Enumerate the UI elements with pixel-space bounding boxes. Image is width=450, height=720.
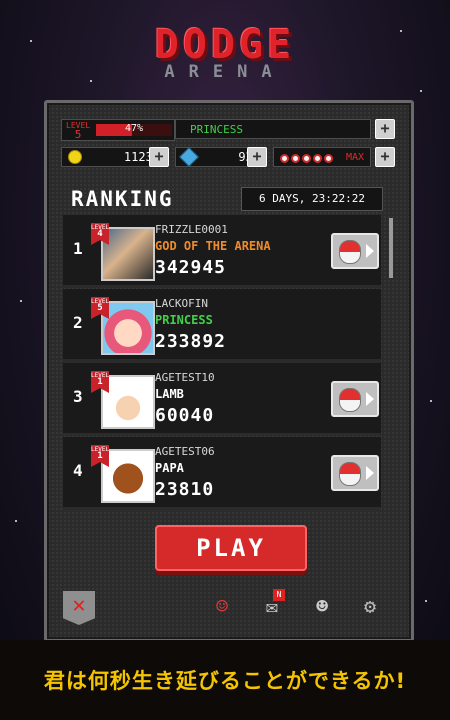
rank-number: 3 [73,387,83,406]
coin-icon [68,150,82,164]
player-id: AGETEST10 [155,371,215,384]
mail-badge: N [273,589,285,601]
rank-number: 1 [73,239,83,258]
ranking-list[interactable]: 1 LEVEL 4 FRIZZLE0001 GOD OF THE ARENA 34… [63,215,391,515]
player-id: FRIZZLE0001 [155,223,228,236]
mail-icon[interactable]: ✉ N [259,589,285,617]
avatar [101,449,155,503]
rank-number: 2 [73,313,83,332]
gem-icon [179,147,199,167]
add-friend-icon[interactable]: ☻ [309,595,335,617]
title-box: PRINCESS [175,119,371,139]
player-score: 60040 [155,405,215,426]
bottom-bar: ✕ ☺ ✉ N ☻ ⚙ [59,587,399,627]
lives-max-label: MAX [345,151,364,163]
life-icon [291,153,300,163]
pill-icon [339,240,361,264]
arrow-icon [366,392,374,406]
ranking-heading: RANKING [71,187,174,211]
title-add-button[interactable]: + [375,119,395,139]
ranking-row-2[interactable]: 2 LEVEL 5 LACKOFIN PRINCESS 233892 [63,289,381,362]
settings-gear-icon[interactable]: ⚙ [357,595,383,617]
player-title: PRINCESS [190,122,243,136]
avatar [101,227,155,281]
footer-banner: 君は何秒生き延びることができるか! [0,640,450,720]
avatar [101,301,155,355]
player-score: 23810 [155,479,215,500]
player-rank-title: PRINCESS [155,313,213,327]
player-score: 342945 [155,257,227,278]
player-rank-title: LAMB [155,387,184,401]
send-life-button[interactable] [331,455,379,491]
player-id: AGETEST06 [155,445,215,458]
level-flag: LEVEL 4 [91,223,109,245]
gems-add-button[interactable]: + [247,147,267,167]
rewards-icon[interactable]: ☺ [209,595,235,617]
lives-box: MAX [273,147,371,167]
player-id: LACKOFIN [155,297,208,310]
main-panel: LEVEL 5 47% PRINCESS + 11230 + 931 + MAX… [44,100,414,642]
no-ads-icon[interactable]: ✕ [63,591,95,625]
lives-icons [280,148,335,167]
level-flag: LEVEL 1 [91,371,109,393]
level-indicator: LEVEL 5 [66,121,90,140]
level-flag: LEVEL 5 [91,297,109,319]
send-life-button[interactable] [331,233,379,269]
level-box: LEVEL 5 47% [61,119,175,141]
coins-add-button[interactable]: + [149,147,169,167]
ranking-scrollbar[interactable] [389,218,393,278]
rank-number: 4 [73,461,83,480]
ranking-timer: 6 DAYS, 23:22:22 [241,187,383,211]
arrow-icon [366,466,374,480]
player-score: 233892 [155,331,227,352]
pill-icon [339,462,361,486]
avatar [101,375,155,429]
footer-tagline: 君は何秒生き延びることができるか! [43,669,407,693]
life-icon [313,153,322,163]
play-button[interactable]: PLAY [155,525,307,571]
game-logo-subtitle: ARENA [164,62,286,82]
level-value: 5 [74,128,82,141]
life-icon [280,153,289,163]
player-rank-title: GOD OF THE ARENA [155,239,271,253]
pill-icon [339,388,361,412]
player-rank-title: PAPA [155,461,184,475]
ranking-row-1[interactable]: 1 LEVEL 4 FRIZZLE0001 GOD OF THE ARENA 34… [63,215,381,288]
send-life-button[interactable] [331,381,379,417]
level-flag: LEVEL 1 [91,445,109,467]
xp-percent: 47% [124,123,144,134]
life-icon [302,153,311,163]
lives-add-button[interactable]: + [375,147,395,167]
life-icon [324,153,333,163]
arrow-icon [366,244,374,258]
ranking-row-3[interactable]: 3 LEVEL 1 AGETEST10 LAMB 60040 [63,363,381,436]
ranking-row-4[interactable]: 4 LEVEL 1 AGETEST06 PAPA 23810 [63,437,381,510]
